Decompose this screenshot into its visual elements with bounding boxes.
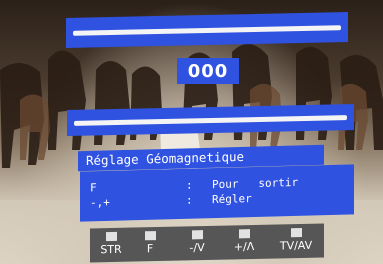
key-f-button[interactable]: F <box>140 231 160 255</box>
key-plus-up-button[interactable]: +/Λ <box>228 229 260 254</box>
help-separator: : <box>186 178 193 192</box>
key-label: TV/AV <box>279 238 313 253</box>
osd-top-bar <box>66 12 348 48</box>
help-action: Régler <box>212 192 252 207</box>
key-indicator-icon <box>105 231 117 242</box>
key-str-button[interactable]: STR <box>96 231 126 257</box>
key-tv-av-button[interactable]: TV/AV <box>274 228 318 253</box>
key-indicator-icon <box>191 230 203 240</box>
key-label: -/V <box>189 241 205 255</box>
osd-value-display: 000 <box>177 58 239 84</box>
key-indicator-icon <box>238 229 250 239</box>
osd-top-bar-line <box>73 24 341 36</box>
help-key: -,+ <box>90 195 110 210</box>
key-label: STR <box>100 242 122 257</box>
key-minus-down-button[interactable]: -/V <box>182 230 212 255</box>
key-indicator-icon <box>144 231 156 241</box>
help-separator: : <box>186 193 193 207</box>
key-indicator-icon <box>290 228 302 238</box>
osd-adjust-slider-track <box>74 114 347 126</box>
help-key: F <box>90 181 97 195</box>
key-label: +/Λ <box>233 240 255 254</box>
osd-help-panel: F : Pour sortir -,+ : Régler <box>80 164 354 222</box>
key-label: F <box>146 242 154 256</box>
help-action: Pour sortir <box>212 175 299 192</box>
osd-key-bar: STR F -/V +/Λ TV/AV <box>90 223 324 263</box>
